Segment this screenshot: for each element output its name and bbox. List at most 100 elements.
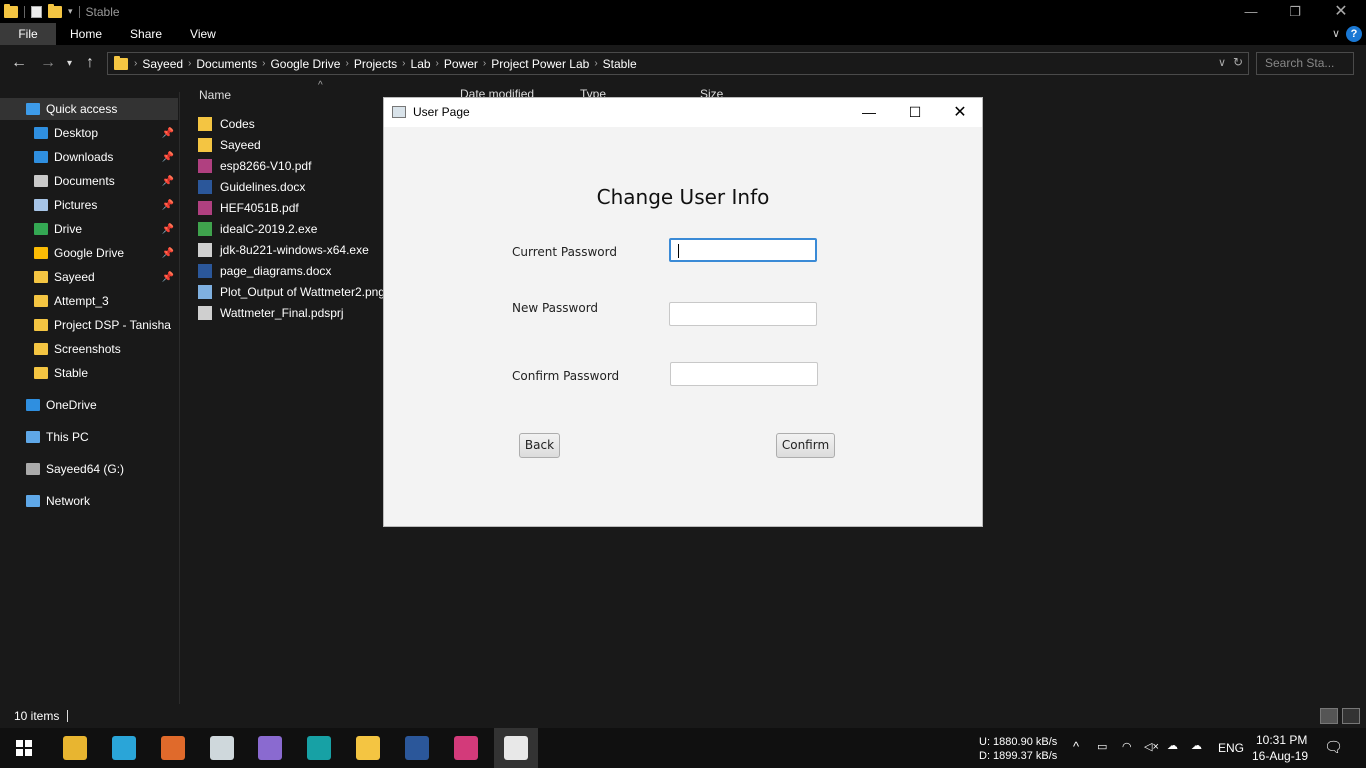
input-language[interactable]: ENG	[1218, 741, 1244, 755]
proteus-icon[interactable]	[210, 736, 234, 760]
sidebar-item[interactable]: Pictures 📌	[0, 194, 178, 216]
breadcrumb[interactable]: Lab	[411, 57, 431, 71]
back-button[interactable]: Back	[519, 433, 560, 458]
arduino-icon[interactable]	[307, 736, 331, 760]
breadcrumb[interactable]: Documents	[196, 57, 257, 71]
recent-locations-icon[interactable]: ▾	[67, 58, 72, 69]
sidebar-item[interactable]: Google Drive 📌	[0, 242, 178, 264]
column-name[interactable]: Name	[199, 88, 231, 102]
large-icons-view-icon[interactable]	[1342, 708, 1360, 724]
pin-icon[interactable]: 📌	[162, 200, 174, 211]
minimize-button[interactable]: —	[1228, 0, 1274, 23]
onedrive-icon[interactable]: ☁	[1191, 739, 1202, 752]
details-view-icon[interactable]	[1320, 708, 1338, 724]
chevron-right-icon[interactable]: ›	[345, 58, 348, 69]
file-row[interactable]: Plot_Output of Wattmeter2.png	[198, 281, 385, 302]
file-row[interactable]: Guidelines.docx	[198, 176, 305, 197]
file-row[interactable]: HEF4051B.pdf	[198, 197, 299, 218]
refresh-icon[interactable]: ↻	[1233, 55, 1243, 69]
file-row[interactable]: page_diagrams.docx	[198, 260, 331, 281]
pin-icon[interactable]: 📌	[162, 224, 174, 235]
intellij-icon[interactable]	[454, 736, 478, 760]
clock-time[interactable]: 10:31 PM	[1256, 733, 1307, 747]
matlab-icon[interactable]	[161, 736, 185, 760]
chevron-right-icon[interactable]: ›	[262, 58, 265, 69]
file-row[interactable]: Codes	[198, 113, 255, 134]
restore-button[interactable]: ❐	[1272, 0, 1318, 23]
chevron-down-icon[interactable]: ▾	[68, 6, 73, 17]
file-row[interactable]: Sayeed	[198, 134, 261, 155]
chevron-right-icon[interactable]: ›	[402, 58, 405, 69]
pin-icon[interactable]: 📌	[162, 128, 174, 139]
forward-arrow-icon[interactable]: →	[40, 54, 56, 72]
volume-muted-icon[interactable]: ◁×	[1144, 740, 1159, 753]
cloud-icon[interactable]: ☁	[1167, 739, 1178, 752]
tab-home[interactable]: Home	[56, 23, 116, 45]
tab-share[interactable]: Share	[116, 23, 176, 45]
wifi-icon[interactable]: ◠	[1122, 740, 1132, 753]
sidebar-item[interactable]: Attempt_3	[0, 290, 178, 312]
mail-app-icon[interactable]	[112, 736, 136, 760]
chevron-right-icon[interactable]: ›	[483, 58, 486, 69]
up-arrow-icon[interactable]: ↑	[86, 54, 94, 72]
sidebar-item[interactable]: Documents 📌	[0, 170, 178, 192]
clock-date[interactable]: 16-Aug-19	[1252, 749, 1308, 763]
breadcrumb[interactable]: Project Power Lab	[491, 57, 589, 71]
sidebar-item[interactable]: Sayeed 📌	[0, 266, 178, 288]
confirm-button[interactable]: Confirm	[776, 433, 835, 458]
close-button[interactable]: ✕	[937, 98, 983, 127]
new-password-field[interactable]	[669, 302, 817, 326]
sidebar-item[interactable]: This PC	[0, 426, 178, 448]
file-row[interactable]: esp8266-V10.pdf	[198, 155, 311, 176]
file-row[interactable]: idealC-2019.2.exe	[198, 218, 317, 239]
chevron-right-icon[interactable]: ›	[188, 58, 191, 69]
maximize-button[interactable]: ☐	[892, 98, 938, 127]
breadcrumb[interactable]: Sayeed	[142, 57, 183, 71]
word-icon[interactable]	[405, 736, 429, 760]
sidebar-item[interactable]: OneDrive	[0, 394, 178, 416]
sidebar-item[interactable]: Drive 📌	[0, 218, 178, 240]
sidebar-item[interactable]: Quick access	[0, 98, 178, 120]
file-explorer-icon[interactable]	[356, 736, 380, 760]
close-button[interactable]: ✕	[1318, 0, 1364, 23]
sidebar-item[interactable]: Project DSP - Tanisha	[0, 314, 178, 336]
sidebar-item[interactable]: Stable	[0, 362, 178, 384]
tab-view[interactable]: View	[176, 23, 230, 45]
breadcrumb[interactable]: Stable	[603, 57, 637, 71]
visual-studio-icon[interactable]	[258, 736, 282, 760]
pin-icon[interactable]: 📌	[162, 272, 174, 283]
chevron-right-icon[interactable]: ›	[436, 58, 439, 69]
chevron-right-icon[interactable]: ›	[594, 58, 597, 69]
chrome-icon[interactable]	[63, 736, 87, 760]
file-row[interactable]: Wattmeter_Final.pdsprj	[198, 302, 344, 323]
expand-ribbon-icon[interactable]: ∨	[1332, 27, 1340, 40]
battery-icon[interactable]: ▭	[1097, 740, 1107, 753]
pin-icon[interactable]: 📌	[162, 152, 174, 163]
chevron-right-icon[interactable]: ›	[134, 58, 137, 69]
confirm-password-field[interactable]	[670, 362, 818, 386]
address-bar[interactable]: › Sayeed › Documents › Google Drive › Pr…	[107, 52, 1249, 75]
breadcrumb[interactable]: Google Drive	[270, 57, 340, 71]
java-icon[interactable]	[504, 736, 528, 760]
help-icon[interactable]: ?	[1346, 26, 1362, 42]
new-folder-icon[interactable]	[48, 3, 62, 18]
sidebar-item[interactable]: Screenshots	[0, 338, 178, 360]
pin-icon[interactable]: 📌	[162, 248, 174, 259]
sidebar-item[interactable]: Network	[0, 490, 178, 512]
properties-icon[interactable]	[31, 5, 42, 18]
current-password-field[interactable]	[669, 238, 817, 262]
chevron-down-icon[interactable]: ∨	[1218, 56, 1226, 69]
chevron-up-icon[interactable]: ^	[1073, 739, 1079, 754]
tab-file[interactable]: File	[0, 23, 56, 45]
minimize-button[interactable]: —	[846, 98, 892, 127]
sidebar-item[interactable]: Desktop 📌	[0, 122, 178, 144]
pin-icon[interactable]: 📌	[162, 176, 174, 187]
action-center-icon[interactable]: 🗨	[1324, 738, 1343, 756]
back-arrow-icon[interactable]: ←	[11, 54, 27, 72]
breadcrumb[interactable]: Power	[444, 57, 478, 71]
sidebar-item[interactable]: Downloads 📌	[0, 146, 178, 168]
windows-start-icon[interactable]	[16, 740, 32, 756]
sidebar-item[interactable]: Sayeed64 (G:)	[0, 458, 178, 480]
file-row[interactable]: jdk-8u221-windows-x64.exe	[198, 239, 369, 260]
breadcrumb[interactable]: Projects	[354, 57, 397, 71]
